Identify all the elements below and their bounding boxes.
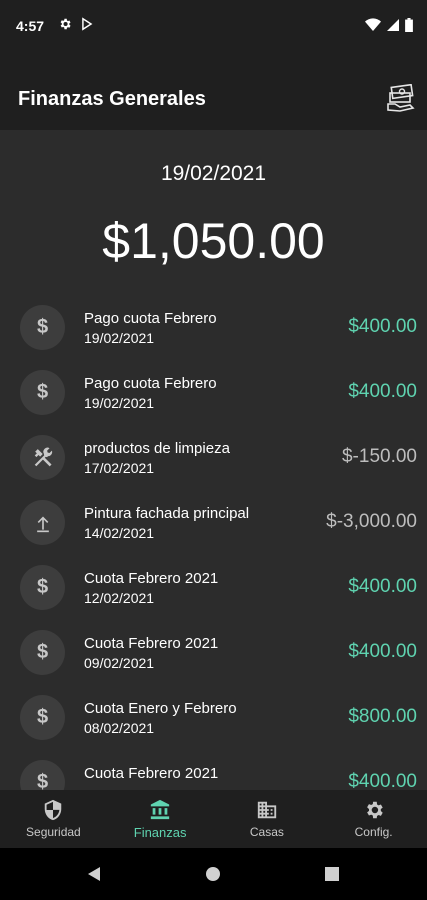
transaction-row[interactable]: $ Cuota Febrero 2021 09/02/2021 $400.00 <box>0 620 427 685</box>
status-bar: 4:57 <box>0 0 427 56</box>
gear-icon <box>366 801 383 819</box>
nav-item-config[interactable]: Config. <box>320 790 427 848</box>
app-bar: Finanzas Generales <box>0 56 427 130</box>
dollar-icon: $ <box>20 370 65 415</box>
building-icon <box>257 801 277 819</box>
transaction-date: 08/02/2021 <box>84 720 155 736</box>
tools-icon <box>20 435 65 480</box>
transaction-title: Cuota Febrero 2021 <box>84 765 219 782</box>
transaction-amount: $800.00 <box>348 706 417 727</box>
system-navigation-bar <box>0 848 427 900</box>
dollar-icon: $ <box>20 305 65 350</box>
transaction-row[interactable]: $ Cuota Enero y Febrero 08/02/2021 $800.… <box>0 685 427 750</box>
nav-item-casas[interactable]: Casas <box>214 790 321 848</box>
battery-icon <box>405 18 413 32</box>
transaction-date: 12/02/2021 <box>84 590 155 606</box>
nav-label: Casas <box>249 825 284 839</box>
nav-item-seguridad[interactable]: Seguridad <box>0 790 107 848</box>
transaction-date: 17/02/2021 <box>84 460 155 476</box>
balance-amount: $1,050.00 <box>102 213 325 269</box>
play-store-status-icon <box>82 17 93 31</box>
page-title: Finanzas Generales <box>18 88 206 110</box>
transaction-amount: $-3,000.00 <box>326 511 417 532</box>
transaction-amount: $400.00 <box>348 381 417 402</box>
transaction-title: Pago cuota Febrero <box>84 375 217 392</box>
transaction-title: Cuota Febrero 2021 <box>84 570 219 587</box>
bottom-navigation: Seguridad Finanzas Casas Config. <box>0 790 427 848</box>
transaction-date: 19/02/2021 <box>84 395 155 411</box>
dollar-icon: $ <box>20 565 65 610</box>
transaction-title: Pintura fachada principal <box>84 505 250 522</box>
transaction-amount: $400.00 <box>348 576 417 597</box>
settings-status-icon <box>60 18 71 30</box>
shield-icon <box>45 799 62 821</box>
transaction-row[interactable]: $ Cuota Febrero 2021 $400.00 <box>0 750 427 790</box>
dollar-icon: $ <box>20 630 65 675</box>
transaction-title: Pago cuota Febrero <box>84 310 217 327</box>
transaction-title: productos de limpieza <box>84 440 230 457</box>
summary-date: 19/02/2021 <box>160 162 267 185</box>
transaction-amount: $400.00 <box>348 771 417 790</box>
nav-item-finanzas[interactable]: Finanzas <box>107 790 214 848</box>
status-notification-icons <box>58 17 94 31</box>
transaction-row[interactable]: $ Cuota Febrero 2021 12/02/2021 $400.00 <box>0 555 427 620</box>
nav-label: Seguridad <box>26 825 81 839</box>
transaction-list[interactable]: $ Pago cuota Febrero 19/02/2021 $400.00 … <box>0 295 427 790</box>
transaction-title: Cuota Febrero 2021 <box>84 635 219 652</box>
transaction-amount: $-150.00 <box>341 446 417 467</box>
nav-label: Config. <box>354 825 393 839</box>
transaction-amount: $400.00 <box>348 316 417 337</box>
home-icon[interactable] <box>205 866 221 882</box>
signal-icon <box>387 19 399 31</box>
status-system-icons <box>365 18 413 32</box>
bank-icon <box>150 799 170 820</box>
transaction-title: Cuota Enero y Febrero <box>84 700 237 717</box>
nav-label: Finanzas <box>133 825 187 840</box>
transaction-date: 09/02/2021 <box>84 655 155 671</box>
transaction-row[interactable]: $ Pago cuota Febrero 19/02/2021 $400.00 <box>0 360 427 425</box>
upload-icon <box>20 500 65 545</box>
back-icon[interactable] <box>86 866 102 882</box>
dollar-icon: $ <box>20 695 65 740</box>
cash-payment-button[interactable] <box>385 82 417 114</box>
dollar-icon: $ <box>20 760 65 790</box>
recents-icon[interactable] <box>324 866 340 882</box>
transaction-row[interactable]: productos de limpieza 17/02/2021 $-150.0… <box>0 425 427 490</box>
transaction-date: 19/02/2021 <box>84 330 155 346</box>
transaction-row[interactable]: $ Pago cuota Febrero 19/02/2021 $400.00 <box>0 295 427 360</box>
status-time: 4:57 <box>16 18 45 34</box>
transaction-date: 14/02/2021 <box>84 525 155 541</box>
money-hand-icon <box>387 84 415 112</box>
transaction-row[interactable]: Pintura fachada principal 14/02/2021 $-3… <box>0 490 427 555</box>
wifi-icon <box>365 18 381 31</box>
transaction-amount: $400.00 <box>348 641 417 662</box>
